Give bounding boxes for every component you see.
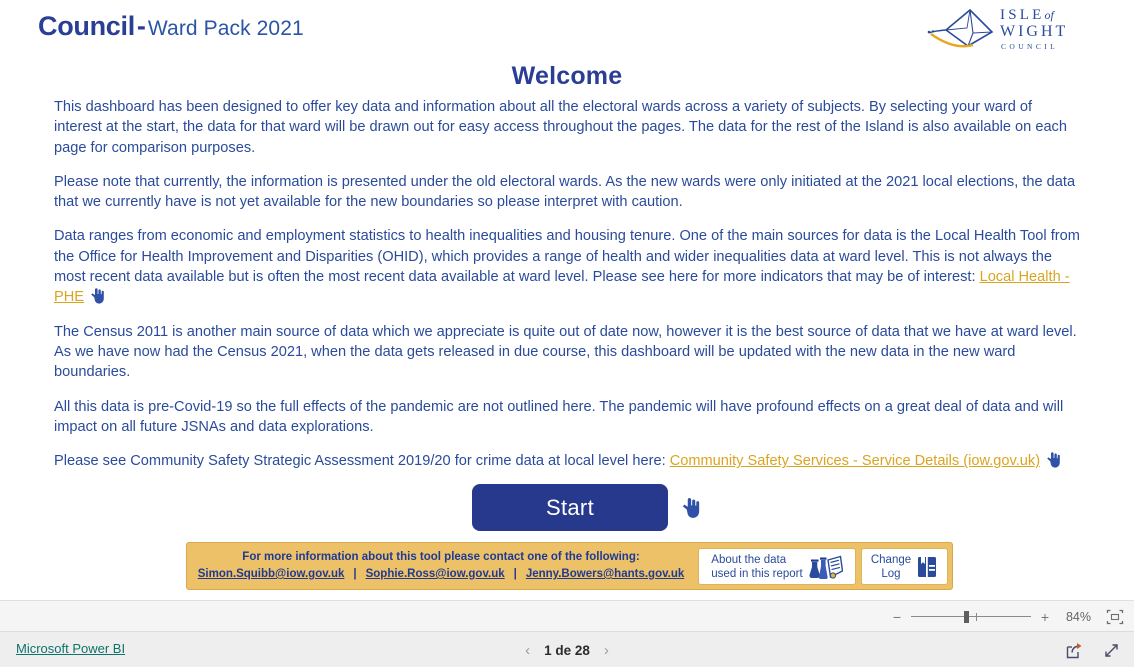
zoom-slider-track bbox=[911, 615, 1031, 617]
status-bar: Microsoft Power BI ‹ 1 de 28 › bbox=[0, 631, 1134, 667]
change-log-line-1: Change bbox=[870, 553, 912, 566]
hand-pointer-icon bbox=[91, 288, 104, 304]
paragraph-ward-note: Please note that currently, the informat… bbox=[54, 173, 1076, 211]
page-title-main: Council bbox=[38, 11, 135, 41]
book-icon bbox=[918, 556, 937, 577]
page-header: Council-Ward Pack 2021 ISLEof WIGHT COUN… bbox=[0, 0, 1134, 58]
zoom-percent-label: 84% bbox=[1065, 609, 1091, 624]
isle-of-wight-council-logo: ISLEof WIGHT COUNCIL bbox=[926, 6, 1076, 52]
zoom-slider[interactable] bbox=[911, 610, 1031, 624]
paragraph-covid: All this data is pre-Covid-19 so the ful… bbox=[54, 398, 1064, 435]
contact-email-2[interactable]: Sophie.Ross@iow.gov.uk bbox=[366, 568, 505, 580]
contact-email-3[interactable]: Jenny.Bowers@hants.gov.uk bbox=[526, 568, 684, 580]
hand-pointer-icon bbox=[682, 498, 700, 518]
logo-line-wight: WIGHT bbox=[1000, 23, 1069, 40]
fit-to-page-icon[interactable] bbox=[1106, 609, 1124, 625]
change-log-line-2: Log bbox=[881, 567, 901, 580]
zoom-toolbar: − + 84% bbox=[0, 600, 1134, 631]
paragraph-data-sources-text: Data ranges from economic and employment… bbox=[54, 228, 1080, 286]
about-line-1: About the data bbox=[711, 553, 787, 566]
zoom-in-button[interactable]: + bbox=[1040, 610, 1050, 624]
previous-page-button[interactable]: ‹ bbox=[525, 642, 530, 659]
page-indicator-label: 1 de 28 bbox=[544, 642, 590, 658]
paragraph-intro: This dashboard has been designed to offe… bbox=[54, 99, 1067, 156]
report-canvas: Council-Ward Pack 2021 ISLEof WIGHT COUN… bbox=[0, 0, 1134, 600]
contact-email-1[interactable]: Simon.Squibb@iow.gov.uk bbox=[198, 568, 345, 580]
contact-email-list: Simon.Squibb@iow.gov.uk | Sophie.Ross@iow.… bbox=[187, 566, 695, 582]
welcome-body-text: This dashboard has been designed to offe… bbox=[54, 97, 1082, 471]
page-navigation: ‹ 1 de 28 › bbox=[0, 632, 1134, 668]
iow-crest-icon bbox=[927, 8, 994, 48]
about-line-2: used in this report bbox=[711, 567, 803, 580]
zoom-controls: − + 84% bbox=[892, 601, 1124, 632]
page-title: Council-Ward Pack 2021 bbox=[38, 13, 304, 40]
zoom-slider-thumb[interactable] bbox=[964, 610, 969, 623]
logo-line-isle: ISLE bbox=[1000, 7, 1045, 23]
zoom-slider-tick bbox=[976, 612, 977, 621]
start-button[interactable]: Start bbox=[472, 484, 668, 531]
next-page-button[interactable]: › bbox=[604, 642, 609, 659]
logo-line-of: of bbox=[1044, 8, 1054, 22]
flask-document-icon bbox=[809, 555, 843, 579]
contact-separator: | bbox=[513, 568, 517, 580]
page-title-dash: - bbox=[136, 11, 146, 41]
contact-separator: | bbox=[353, 568, 357, 580]
contact-text-block: For more information about this tool ple… bbox=[187, 549, 695, 582]
page-title-sub: Ward Pack 2021 bbox=[147, 17, 304, 40]
paragraph-data-sources: Data ranges from economic and employment… bbox=[54, 226, 1082, 307]
welcome-heading: Welcome bbox=[511, 62, 623, 90]
microsoft-power-bi-link[interactable]: Microsoft Power BI bbox=[16, 641, 125, 656]
share-icon[interactable] bbox=[1066, 642, 1083, 659]
change-log-label: Change Log bbox=[871, 553, 911, 581]
hand-pointer-icon bbox=[1047, 452, 1060, 468]
about-the-data-label: About the data used in this report bbox=[711, 553, 802, 581]
paragraph-community-safety-text: Please see Community Safety Strategic As… bbox=[54, 453, 670, 470]
contact-intro-label: For more information about this tool ple… bbox=[242, 551, 640, 563]
community-safety-services-link[interactable]: Community Safety Services - Service Deta… bbox=[670, 453, 1040, 469]
contact-info-bar: For more information about this tool ple… bbox=[186, 542, 953, 590]
fullscreen-icon[interactable] bbox=[1103, 642, 1120, 659]
paragraph-community-safety: Please see Community Safety Strategic As… bbox=[54, 451, 1082, 471]
zoom-out-button[interactable]: − bbox=[892, 610, 902, 624]
logo-wordmark: ISLEof WIGHT COUNCIL bbox=[1000, 8, 1068, 51]
status-bar-actions bbox=[1066, 632, 1120, 668]
change-log-button[interactable]: Change Log bbox=[861, 548, 948, 585]
start-button-row: Start bbox=[472, 484, 712, 531]
paragraph-census: The Census 2011 is another main source o… bbox=[54, 323, 1077, 381]
logo-line-council: COUNCIL bbox=[1001, 42, 1059, 51]
about-the-data-button[interactable]: About the data used in this report bbox=[698, 548, 856, 585]
